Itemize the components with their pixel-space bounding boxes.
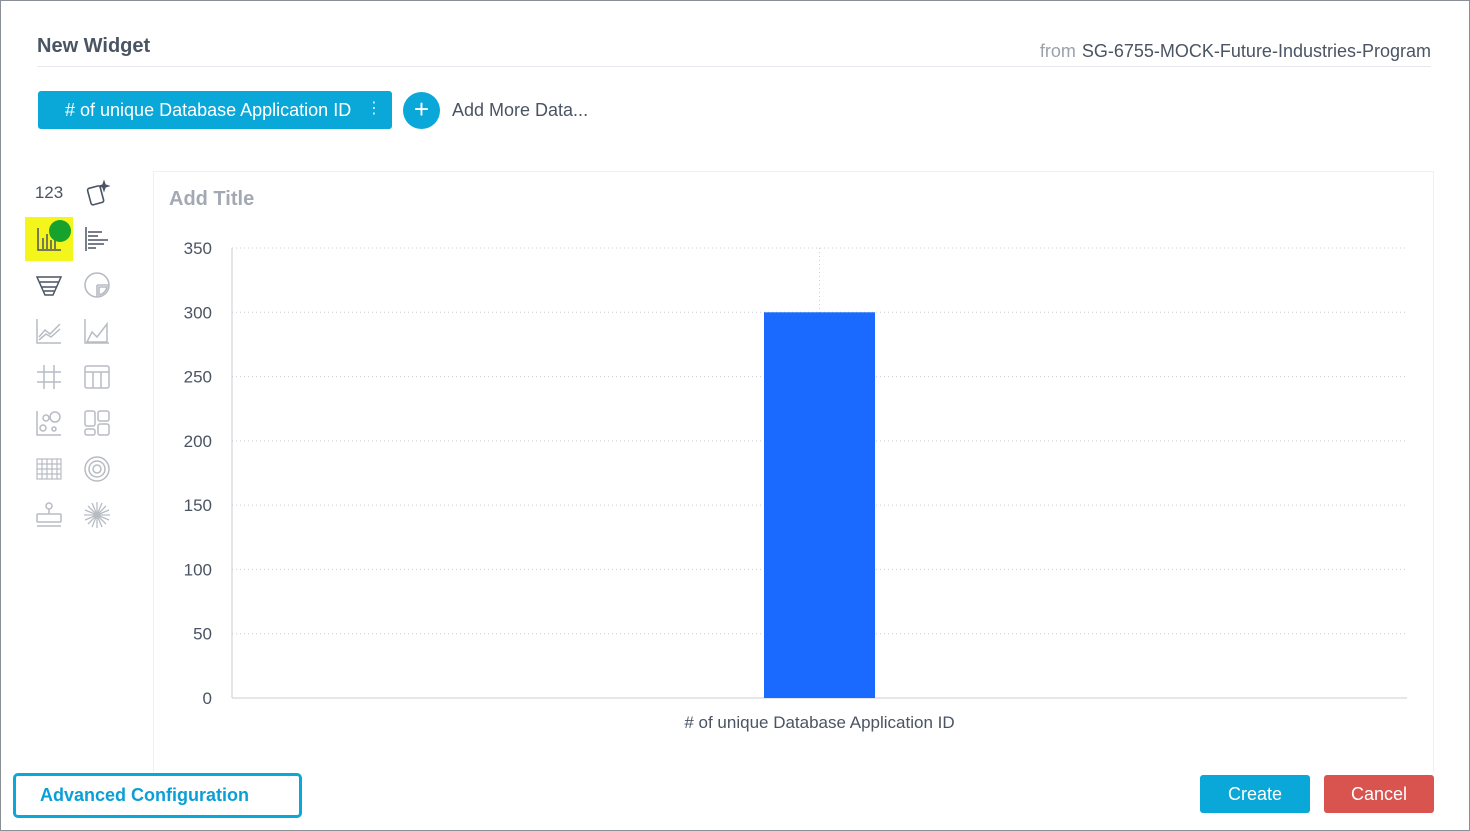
polar-icon[interactable] bbox=[73, 447, 121, 491]
area-chart-icon[interactable] bbox=[73, 309, 121, 353]
y-tick-label: 300 bbox=[184, 303, 212, 322]
source-prefix: from bbox=[1039, 41, 1076, 61]
table-icon[interactable] bbox=[73, 355, 121, 399]
bar-chart-icon[interactable] bbox=[73, 217, 121, 261]
source-name: SG-6755-MOCK-Future-Industries-Program bbox=[1081, 41, 1431, 61]
add-more-data-link[interactable]: Add More Data... bbox=[452, 100, 588, 121]
y-tick-label: 250 bbox=[184, 368, 212, 387]
y-tick-label: 200 bbox=[184, 432, 212, 451]
y-tick-label: 350 bbox=[184, 239, 212, 258]
funnel-icon[interactable] bbox=[25, 263, 73, 307]
line-chart-icon[interactable] bbox=[25, 309, 73, 353]
widget-editor-dialog: New Widget from SG-6755-MOCK-Future-Indus… bbox=[0, 0, 1470, 831]
data-source: from SG-6755-MOCK-Future-Industries-Progr… bbox=[1040, 41, 1431, 62]
chart-preview-panel: Add Title 0 50 100 150 200 250 300 350 # of uniq… bbox=[153, 171, 1434, 772]
pie-chart-icon[interactable] bbox=[73, 263, 121, 307]
column-chart: 0 50 100 150 200 250 300 350 # of unique Databas… bbox=[184, 239, 1407, 732]
chart-bar bbox=[764, 312, 875, 698]
number-icon[interactable]: 123 bbox=[25, 171, 73, 215]
add-data-button[interactable]: + bbox=[403, 92, 440, 129]
pill-menu-icon[interactable]: ⋮ bbox=[366, 100, 382, 118]
y-tick-label: 50 bbox=[193, 625, 212, 644]
data-pill[interactable]: # of unique Database Application ID ⋮ bbox=[38, 91, 392, 129]
scatter-icon[interactable] bbox=[25, 401, 73, 445]
dialog-header: New Widget from SG-6755-MOCK-Future-Indus… bbox=[37, 33, 1431, 67]
cancel-button[interactable]: Cancel bbox=[1324, 775, 1434, 813]
data-pill-label: # of unique Database Application ID bbox=[65, 99, 352, 120]
dialog-title: New Widget bbox=[37, 35, 151, 57]
y-tick-label: 0 bbox=[203, 689, 212, 708]
y-tick-label: 100 bbox=[184, 560, 212, 579]
y-tick-label: 150 bbox=[184, 496, 212, 515]
column-chart-icon[interactable] bbox=[25, 217, 73, 261]
x-tick-label: # of unique Database Application ID bbox=[684, 713, 954, 732]
calendar-heatmap-icon[interactable] bbox=[25, 447, 73, 491]
create-button[interactable]: Create bbox=[1200, 775, 1310, 813]
blox-icon[interactable] bbox=[73, 401, 121, 445]
pivot-grid-icon[interactable] bbox=[25, 355, 73, 399]
advanced-configuration-button[interactable]: Advanced Configuration bbox=[13, 773, 302, 818]
indicator-icon[interactable] bbox=[25, 493, 73, 537]
sunburst-icon[interactable] bbox=[73, 493, 121, 537]
magic-card-icon[interactable] bbox=[73, 171, 121, 215]
selected-status-dot bbox=[49, 220, 71, 242]
